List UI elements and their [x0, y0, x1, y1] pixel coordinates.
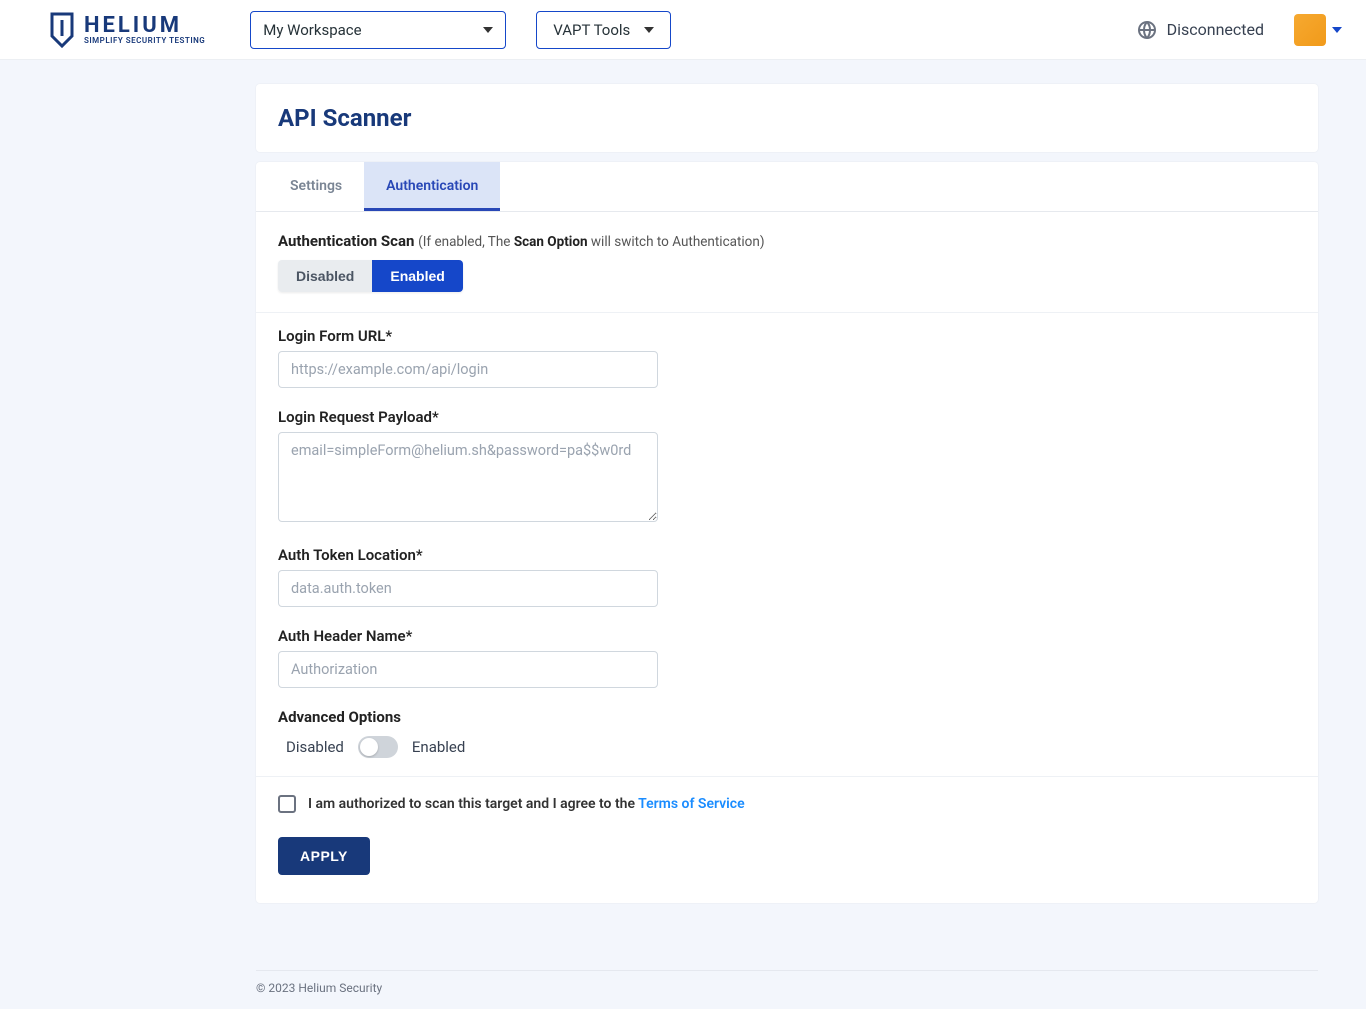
field-payload: Login Request Payload* [278, 408, 1296, 526]
header-name-input[interactable] [278, 651, 658, 688]
field-header-name: Auth Header Name* [278, 627, 1296, 688]
connection-status: Disconnected [1137, 20, 1264, 40]
auth-scan-enabled-button[interactable]: Enabled [372, 260, 462, 292]
chevron-down-icon [483, 27, 493, 33]
copyright: © 2023 Helium Security [256, 970, 1318, 995]
auth-form: Login Form URL* Login Request Payload* A… [256, 313, 1318, 776]
avatar [1294, 14, 1326, 46]
auth-scan-disabled-button[interactable]: Disabled [278, 260, 372, 292]
login-url-input[interactable] [278, 351, 658, 388]
shield-icon [48, 12, 76, 48]
workspace-selected-label: My Workspace [263, 21, 361, 39]
title-card: API Scanner [256, 84, 1318, 152]
auth-scan-section: Authentication Scan (If enabled, The Sca… [256, 212, 1318, 313]
consent-text: I am authorized to scan this target and … [308, 796, 745, 812]
globe-icon [1137, 20, 1157, 40]
payload-label: Login Request Payload* [278, 408, 1296, 426]
form-footer: I am authorized to scan this target and … [256, 776, 1318, 875]
tos-link[interactable]: Terms of Service [638, 796, 744, 812]
advanced-options-title: Advanced Options [278, 708, 1296, 726]
auth-scan-label-row: Authentication Scan (If enabled, The Sca… [278, 232, 1296, 250]
brand-text: HELIUM SIMPLIFY SECURITY TESTING [84, 15, 205, 45]
advanced-options-switch[interactable] [358, 736, 398, 758]
auth-scan-hint: (If enabled, The Scan Option will switch… [418, 234, 764, 250]
header-name-label: Auth Header Name* [278, 627, 1296, 645]
consent-checkbox[interactable] [278, 795, 296, 813]
account-menu[interactable] [1294, 14, 1342, 46]
connection-status-label: Disconnected [1167, 20, 1264, 39]
topbar: HELIUM SIMPLIFY SECURITY TESTING My Work… [0, 0, 1366, 60]
page-footer: © 2023 Helium Security [0, 970, 1366, 1009]
tab-authentication[interactable]: Authentication [364, 162, 500, 211]
auth-scan-title: Authentication Scan [278, 232, 414, 250]
tab-settings[interactable]: Settings [268, 162, 364, 211]
advanced-options: Advanced Options Disabled Enabled [278, 708, 1296, 758]
consent-row: I am authorized to scan this target and … [278, 795, 1296, 813]
content: API Scanner Settings Authentication Auth… [0, 60, 1366, 952]
chevron-down-icon [644, 27, 654, 33]
token-location-label: Auth Token Location* [278, 546, 1296, 564]
tools-select[interactable]: VAPT Tools [536, 11, 671, 49]
apply-button[interactable]: APPLY [278, 837, 370, 875]
field-token-location: Auth Token Location* [278, 546, 1296, 607]
brand-name: HELIUM [84, 15, 205, 37]
page-title: API Scanner [278, 104, 1296, 132]
brand-tagline: SIMPLIFY SECURITY TESTING [84, 37, 205, 45]
tools-selected-label: VAPT Tools [553, 21, 630, 39]
token-location-input[interactable] [278, 570, 658, 607]
payload-input[interactable] [278, 432, 658, 522]
auth-scan-toggle: Disabled Enabled [278, 260, 463, 292]
brand-logo[interactable]: HELIUM SIMPLIFY SECURITY TESTING [48, 12, 205, 48]
advanced-options-toggle-row: Disabled Enabled [278, 736, 1296, 758]
tabs: Settings Authentication [256, 162, 1318, 212]
workspace-select[interactable]: My Workspace [250, 11, 506, 49]
chevron-down-icon [1332, 27, 1342, 33]
field-login-url: Login Form URL* [278, 327, 1296, 388]
advanced-disabled-label: Disabled [286, 738, 344, 756]
main-card: Settings Authentication Authentication S… [256, 162, 1318, 903]
advanced-enabled-label: Enabled [412, 738, 465, 756]
login-url-label: Login Form URL* [278, 327, 1296, 345]
